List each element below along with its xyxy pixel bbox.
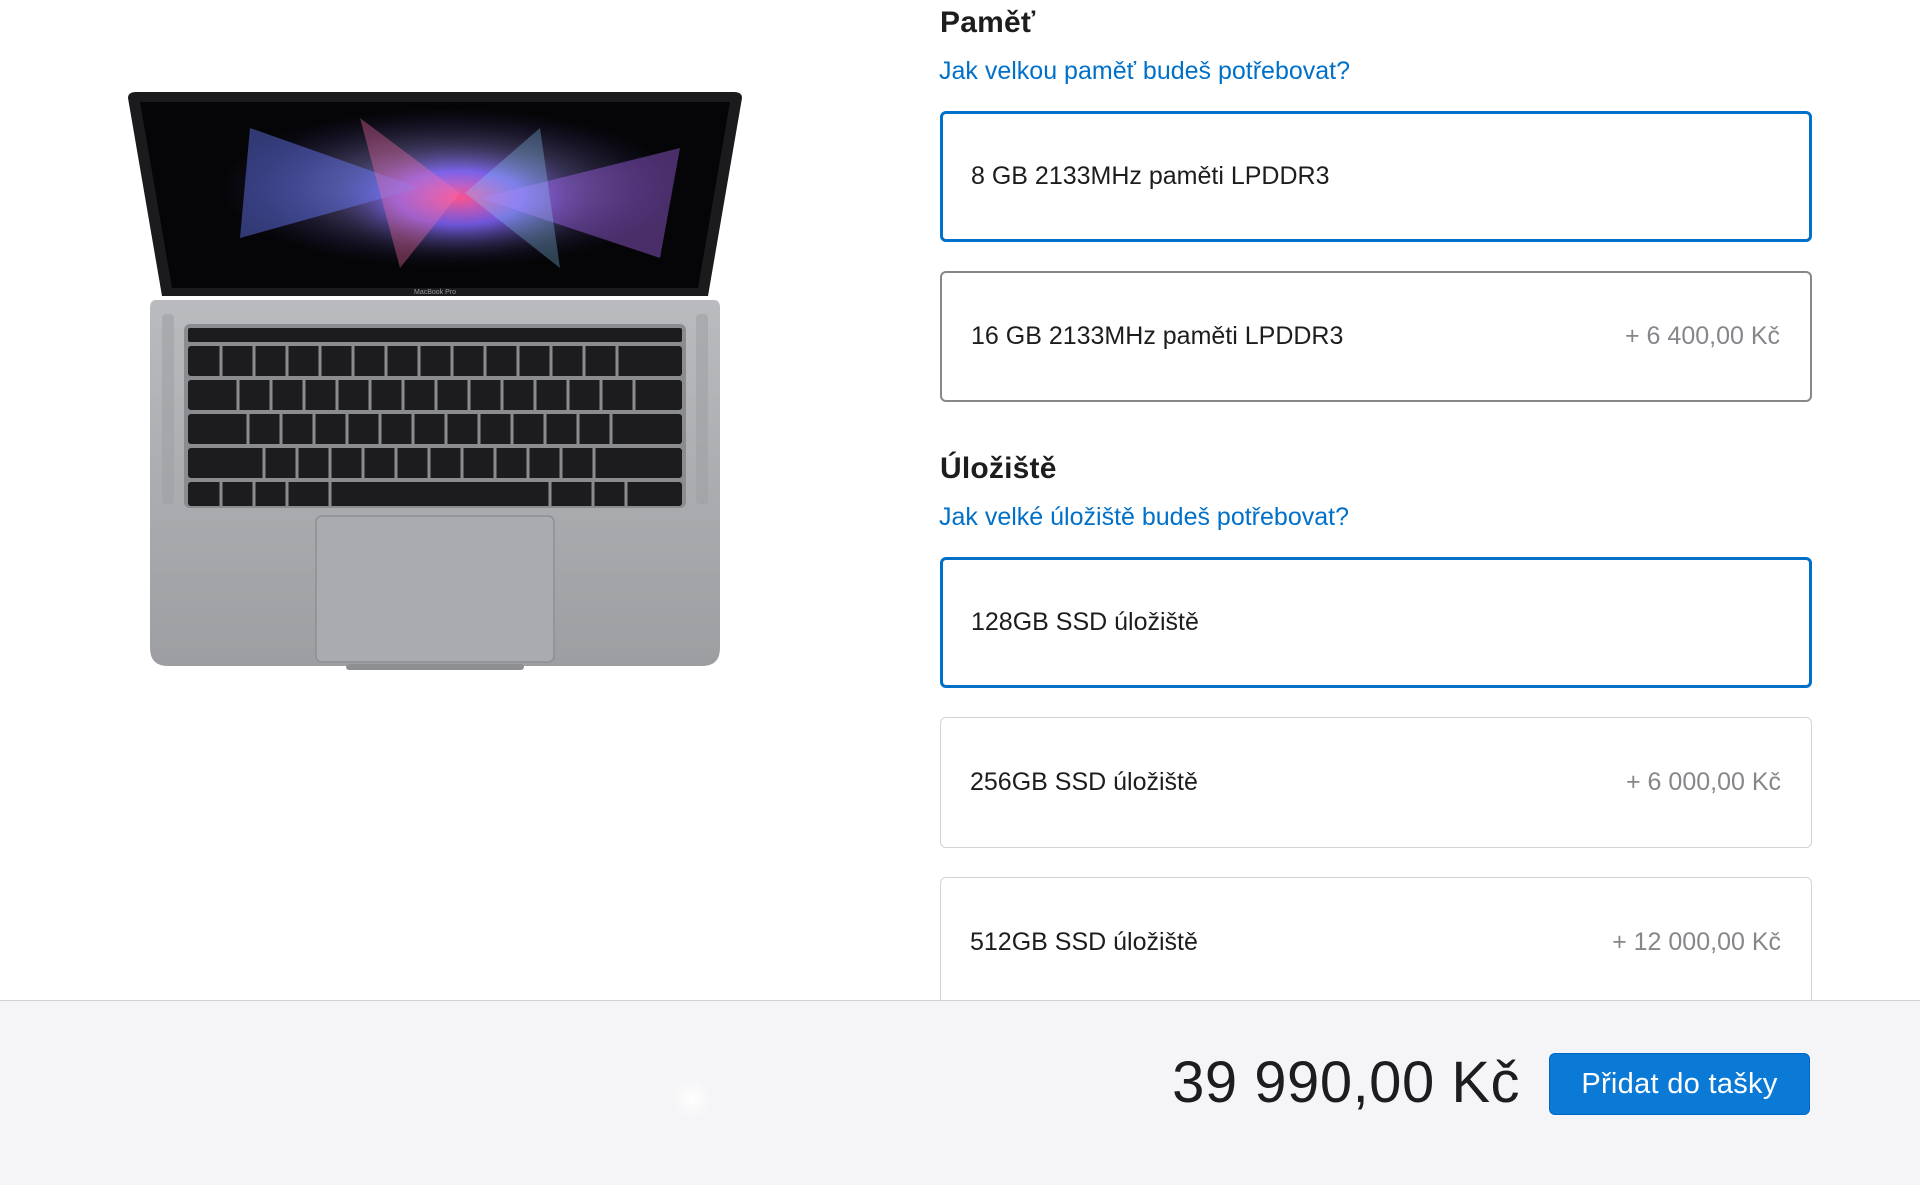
product-config-page: MacBook Pro Paměť Jak velkou paměť budeš… <box>0 0 1920 1185</box>
option-price: + 12 000,00 Kč <box>1612 928 1781 956</box>
option-price: + 6 400,00 Kč <box>1625 322 1780 350</box>
memory-section-title: Paměť <box>940 6 1036 39</box>
decorative-glow <box>672 1079 712 1119</box>
storage-section-title: Úložiště <box>940 452 1057 485</box>
option-label: 16 GB 2133MHz paměti LPDDR3 <box>971 322 1344 350</box>
option-label: 8 GB 2133MHz paměti LPDDR3 <box>971 162 1330 190</box>
storage-option-128gb[interactable]: 128GB SSD úložiště <box>940 557 1812 688</box>
summary-bar: 39 990,00 Kč Přidat do tašky <box>0 1000 1920 1185</box>
storage-option-512gb[interactable]: 512GB SSD úložiště + 12 000,00 Kč <box>940 877 1812 1008</box>
screen-brand-label: MacBook Pro <box>414 289 456 296</box>
option-label: 128GB SSD úložiště <box>971 608 1199 636</box>
option-label: 512GB SSD úložiště <box>970 928 1198 956</box>
laptop-illustration: MacBook Pro <box>128 92 742 670</box>
memory-help-link[interactable]: Jak velkou paměť budeš potřebovat? <box>939 57 1350 86</box>
storage-help-link[interactable]: Jak velké úložiště budeš potřebovat? <box>939 503 1349 532</box>
memory-option-16gb[interactable]: 16 GB 2133MHz paměti LPDDR3 + 6 400,00 K… <box>940 271 1812 402</box>
option-label: 256GB SSD úložiště <box>970 768 1198 796</box>
option-price: + 6 000,00 Kč <box>1626 768 1781 796</box>
total-price: 39 990,00 Kč <box>1172 1050 1520 1115</box>
memory-option-8gb[interactable]: 8 GB 2133MHz paměti LPDDR3 <box>940 111 1812 242</box>
storage-option-256gb[interactable]: 256GB SSD úložiště + 6 000,00 Kč <box>940 717 1812 848</box>
laptop-image: MacBook Pro <box>120 88 750 688</box>
add-to-bag-button[interactable]: Přidat do tašky <box>1549 1053 1810 1115</box>
